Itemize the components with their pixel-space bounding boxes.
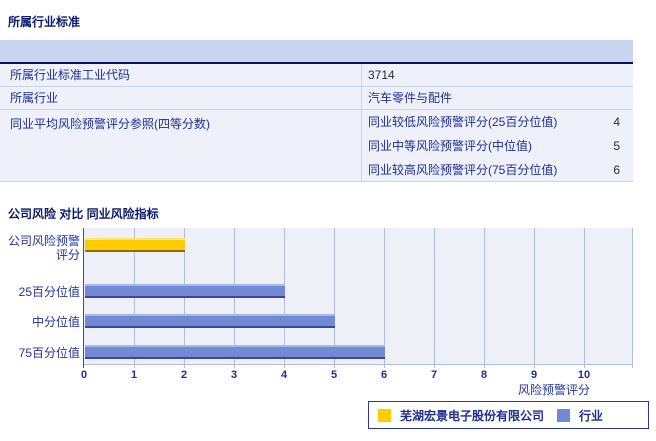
row-label-peer-reference: 同业平均风险预警评分参照(四等分数) (10, 117, 210, 131)
subrow-25th: 同业较低风险预警评分(25百分位值) 4 (362, 110, 633, 134)
gridline (632, 228, 633, 368)
legend-swatch-company (378, 408, 391, 422)
section-title-risk-compare: 公司风险 对比 同业风险指标 (8, 207, 159, 221)
subrow-label: 同业中等风险预警评分(中位值) (368, 139, 532, 153)
chart-category-label-median: 中分位值 (31, 315, 80, 329)
quartile-subrows: 同业较低风险预警评分(25百分位值) 4 同业中等风险预警评分(中位值) 5 同… (361, 110, 633, 181)
subrow-value: 6 (613, 163, 620, 177)
subrow-75th: 同业较高风险预警评分(75百分位值) 6 (362, 158, 633, 182)
x-tick-label: 6 (380, 369, 388, 381)
bar-median (85, 314, 335, 328)
chart-category-label-company: 公司风险预警 评分 (0, 234, 80, 262)
subrow-median: 同业中等风险预警评分(中位值) 5 (362, 134, 633, 158)
x-tick-label: 7 (430, 369, 438, 381)
y-axis-line (83, 228, 84, 368)
table-header-band (0, 40, 633, 64)
subrow-label: 同业较低风险预警评分(25百分位值) (368, 115, 558, 129)
legend-swatch-industry (557, 408, 571, 422)
x-tick-label: 9 (530, 369, 538, 381)
row-value-industry: 汽车零件与配件 (361, 87, 633, 109)
x-tick-label: 2 (180, 369, 188, 381)
x-tick-label: 5 (330, 369, 338, 381)
x-tick-label: 8 (480, 369, 488, 381)
subrow-value: 5 (613, 139, 620, 153)
subrow-label: 同业较高风险预警评分(75百分位值) (368, 163, 558, 177)
gridline (584, 228, 585, 368)
table-row-quartiles: 同业平均风险预警评分参照(四等分数) 同业较低风险预警评分(25百分位值) 4 … (0, 110, 633, 182)
chart-category-label-25th: 25百分位值 (18, 285, 80, 299)
gridline (434, 228, 435, 368)
bar-chart-plot-area (84, 228, 633, 368)
legend-label-industry: 行业 (579, 408, 604, 423)
x-tick-label: 10 (577, 369, 591, 381)
chart-category-label-line: 评分 (55, 248, 80, 262)
x-axis-title: 风险预警评分 (517, 383, 590, 397)
x-tick-label: 4 (280, 369, 288, 381)
chart-category-label-75th: 75百分位值 (18, 346, 80, 360)
section-title-industry-standard: 所属行业标准 (8, 15, 81, 29)
industry-standard-table: 所属行业标准工业代码 3714 所属行业 汽车零件与配件 同业平均风险预警评分参… (0, 40, 633, 182)
row-value-sic-code: 3714 (361, 64, 633, 86)
x-tick-label: 1 (130, 369, 138, 381)
gridline (484, 228, 485, 368)
subrow-value: 4 (613, 115, 620, 129)
row-label-sic-code: 所属行业标准工业代码 (10, 68, 131, 82)
row-label-industry: 所属行业 (10, 91, 59, 105)
chart-legend: 芜湖宏景电子股份有限公司 行业 (368, 401, 649, 429)
bar-25th-percentile (85, 284, 285, 298)
x-tick-label: 3 (230, 369, 238, 381)
table-row: 所属行业 汽车零件与配件 (0, 87, 633, 110)
legend-label-company: 芜湖宏景电子股份有限公司 (400, 408, 545, 423)
x-tick-label: 0 (80, 369, 88, 381)
bar-company-score (85, 238, 185, 252)
gridline (534, 228, 535, 368)
bar-75th-percentile (85, 345, 385, 359)
chart-category-label-line: 公司风险预警 (7, 234, 80, 248)
table-row: 所属行业标准工业代码 3714 (0, 64, 633, 87)
